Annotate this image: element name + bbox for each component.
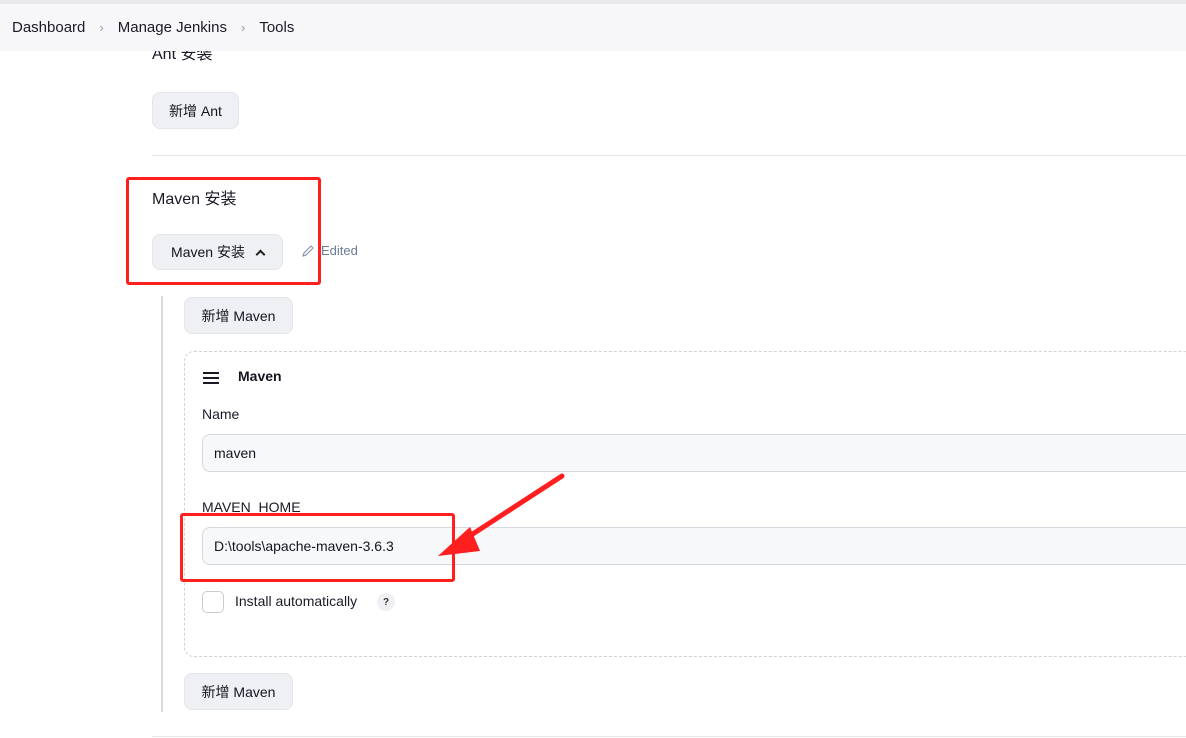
maven-toggle-button[interactable]: Maven 安装 <box>152 234 283 270</box>
section-divider-bottom <box>152 736 1186 737</box>
maven-toggle-label: Maven 安装 <box>171 244 245 260</box>
edited-indicator: Edited <box>301 243 358 258</box>
help-icon[interactable]: ? <box>377 593 395 611</box>
name-label: Name <box>202 406 240 422</box>
install-automatically-label: Install automatically <box>235 593 358 609</box>
breadcrumb-manage-jenkins[interactable]: Manage Jenkins <box>118 19 227 36</box>
drag-handle-icon[interactable] <box>203 372 219 384</box>
nested-rule <box>161 296 163 712</box>
chevron-right-icon: › <box>99 20 104 35</box>
add-maven-button-bottom[interactable]: 新增 Maven <box>184 673 293 710</box>
name-input[interactable] <box>202 434 1186 472</box>
maven-card-title: Maven <box>238 368 282 384</box>
add-ant-button[interactable]: 新增 Ant <box>152 92 239 129</box>
breadcrumb-tools[interactable]: Tools <box>259 19 294 36</box>
maven-section-title: Maven 安装 <box>152 191 237 208</box>
breadcrumb-dashboard[interactable]: Dashboard <box>12 19 85 36</box>
add-maven-button-top[interactable]: 新增 Maven <box>184 297 293 334</box>
chevron-right-icon: › <box>240 20 246 35</box>
maven-installation-card <box>184 351 1186 657</box>
maven-home-label: MAVEN_HOME <box>202 499 301 515</box>
pencil-icon <box>302 244 314 257</box>
breadcrumb: Dashboard › Manage Jenkins › Tools <box>0 0 1186 51</box>
edited-label: Edited <box>321 243 358 258</box>
chevron-up-icon <box>255 249 266 259</box>
install-automatically-checkbox[interactable] <box>202 591 224 613</box>
maven-home-input[interactable] <box>202 527 1186 565</box>
section-divider <box>152 155 1186 156</box>
